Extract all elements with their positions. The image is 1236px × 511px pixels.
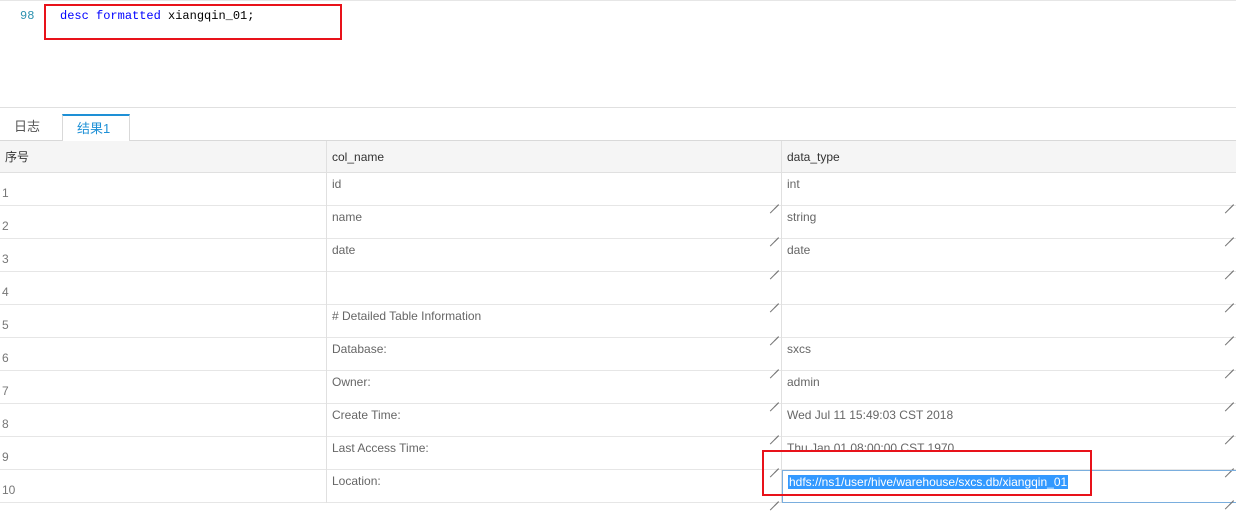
col-name-cell[interactable]: # Detailed Table Information: [327, 305, 782, 338]
resize-grip-icon[interactable]: [770, 361, 779, 370]
data-type-textarea[interactable]: string: [782, 206, 1236, 239]
data-type-cell[interactable]: [782, 272, 1236, 305]
header-data-type[interactable]: data_type: [782, 141, 1236, 173]
col-name-textarea[interactable]: name: [327, 206, 781, 239]
resize-grip-icon[interactable]: [1225, 262, 1234, 271]
row-index: 6: [0, 338, 327, 371]
col-name-text: Location:: [332, 474, 381, 488]
table-row: 5 # Detailed Table Information: [0, 305, 1236, 338]
resize-grip-icon[interactable]: [770, 427, 779, 436]
col-name-text: Database:: [332, 342, 387, 356]
col-name-cell[interactable]: [327, 272, 782, 305]
row-index: 2: [0, 206, 327, 239]
resize-grip-icon[interactable]: [1225, 427, 1234, 436]
data-type-text: Wed Jul 11 15:49:03 CST 2018: [787, 408, 954, 422]
resize-grip-icon[interactable]: [1225, 361, 1234, 370]
row-index: 4: [0, 272, 327, 305]
col-name-textarea[interactable]: [327, 272, 781, 305]
data-type-text: string: [787, 210, 817, 224]
col-name-text: id: [332, 177, 342, 191]
col-name-textarea[interactable]: id: [327, 173, 781, 206]
col-name-cell[interactable]: name: [327, 206, 782, 239]
data-type-cell[interactable]: sxcs: [782, 338, 1236, 371]
tab-result-1[interactable]: 结果1: [62, 114, 130, 142]
col-name-cell[interactable]: Location:: [327, 470, 782, 503]
annotation-box-query: [44, 4, 342, 40]
row-index: 3: [0, 239, 327, 272]
table-row: 8 Create Time: Wed Jul 11 15:49:03 CST 201…: [0, 404, 1236, 437]
resize-grip-icon[interactable]: [770, 295, 779, 304]
resize-grip-icon[interactable]: [1225, 328, 1234, 337]
result-tabbar: 日志 结果1: [0, 107, 1236, 142]
row-index: 10: [0, 470, 327, 503]
col-name-text: date: [332, 243, 356, 257]
col-name-textarea[interactable]: Create Time:: [327, 404, 781, 437]
header-index[interactable]: 序号: [0, 141, 327, 173]
col-name-text: Last Access Time:: [332, 441, 429, 455]
tab-log[interactable]: 日志: [0, 114, 60, 142]
row-index: 5: [0, 305, 327, 338]
data-type-textarea[interactable]: sxcs: [782, 338, 1236, 371]
header-col-name[interactable]: col_name: [327, 141, 782, 173]
data-type-cell[interactable]: int: [782, 173, 1236, 206]
line-number: 98: [20, 9, 35, 23]
col-name-textarea[interactable]: Location:: [327, 470, 781, 503]
row-index: 7: [0, 371, 327, 404]
data-type-textarea[interactable]: [782, 272, 1236, 305]
data-type-textarea[interactable]: int: [782, 173, 1236, 206]
col-name-text: Create Time:: [332, 408, 401, 422]
row-index: 1: [0, 173, 327, 206]
col-name-textarea[interactable]: Last Access Time:: [327, 437, 781, 470]
data-type-cell[interactable]: date: [782, 239, 1236, 272]
resize-grip-icon[interactable]: [1225, 229, 1234, 238]
col-name-textarea[interactable]: Database:: [327, 338, 781, 371]
resize-grip-icon[interactable]: [1225, 196, 1234, 205]
resize-grip-icon[interactable]: [1225, 460, 1234, 469]
resize-grip-icon[interactable]: [770, 394, 779, 403]
col-name-cell[interactable]: Owner:: [327, 371, 782, 404]
data-type-text: sxcs: [787, 342, 811, 356]
col-name-textarea[interactable]: # Detailed Table Information: [327, 305, 781, 338]
col-name-text: # Detailed Table Information: [332, 309, 482, 323]
col-name-cell[interactable]: Create Time:: [327, 404, 782, 437]
annotation-box-location: [762, 450, 1092, 496]
resize-grip-icon[interactable]: [1225, 492, 1234, 501]
table-row: 1 id int: [0, 173, 1236, 206]
resize-grip-icon[interactable]: [1225, 295, 1234, 304]
data-type-cell[interactable]: string: [782, 206, 1236, 239]
table-row: 6 Database: sxcs: [0, 338, 1236, 371]
data-type-textarea[interactable]: [782, 305, 1236, 338]
resize-grip-icon[interactable]: [1225, 394, 1234, 403]
sql-editor[interactable]: 98 desc formatted xiangqin_01;: [0, 0, 1236, 108]
table-row: 4: [0, 272, 1236, 305]
resize-grip-icon[interactable]: [770, 229, 779, 238]
col-name-textarea[interactable]: date: [327, 239, 781, 272]
resize-grip-icon[interactable]: [770, 328, 779, 337]
data-type-text: date: [787, 243, 811, 257]
data-type-text: admin: [787, 375, 820, 389]
data-type-cell[interactable]: admin: [782, 371, 1236, 404]
col-name-cell[interactable]: date: [327, 239, 782, 272]
col-name-textarea[interactable]: Owner:: [327, 371, 781, 404]
table-row: 7 Owner: admin: [0, 371, 1236, 404]
col-name-cell[interactable]: Database:: [327, 338, 782, 371]
col-name-text: Owner:: [332, 375, 371, 389]
data-type-text: int: [787, 177, 800, 191]
row-index: 8: [0, 404, 327, 437]
resize-grip-icon[interactable]: [770, 262, 779, 271]
table-row: 2 name string: [0, 206, 1236, 239]
data-type-textarea[interactable]: date: [782, 239, 1236, 272]
data-type-cell[interactable]: Wed Jul 11 15:49:03 CST 2018: [782, 404, 1236, 437]
data-type-cell[interactable]: [782, 305, 1236, 338]
data-type-textarea[interactable]: Wed Jul 11 15:49:03 CST 2018: [782, 404, 1236, 437]
row-index: 9: [0, 437, 327, 470]
col-name-cell[interactable]: Last Access Time:: [327, 437, 782, 470]
data-type-textarea[interactable]: admin: [782, 371, 1236, 404]
grid-header: 序号 col_name data_type: [0, 141, 1236, 173]
col-name-cell[interactable]: id: [327, 173, 782, 206]
resize-grip-icon[interactable]: [770, 196, 779, 205]
col-name-text: name: [332, 210, 363, 224]
table-row: 3 date date: [0, 239, 1236, 272]
